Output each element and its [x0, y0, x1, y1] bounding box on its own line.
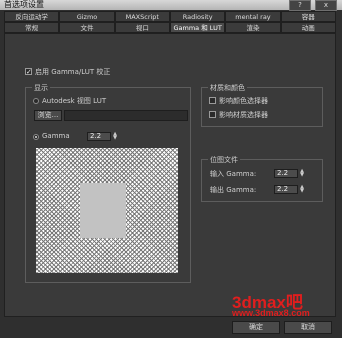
tab-general[interactable]: 常规: [4, 22, 60, 33]
ok-button[interactable]: 确定: [232, 321, 280, 334]
tab-gamma-lut[interactable]: Gamma 和 LUT: [169, 22, 226, 33]
tab-ik[interactable]: 反向运动学: [4, 11, 60, 22]
autodesk-lut-label: Autodesk 视图 LUT: [42, 97, 107, 105]
output-gamma-label: 输出 Gamma:: [210, 186, 257, 194]
close-button[interactable]: x: [315, 0, 337, 11]
tab-files[interactable]: 文件: [59, 22, 115, 33]
output-gamma-spinner[interactable]: 2.2: [274, 185, 298, 194]
tab-gizmo[interactable]: Gizmo: [59, 11, 115, 22]
affect-material-selectors-checkbox[interactable]: [209, 111, 216, 118]
input-gamma-label: 输入 Gamma:: [210, 170, 257, 178]
tab-mental-ray[interactable]: mental ray: [225, 11, 281, 22]
cancel-button[interactable]: 取消: [284, 321, 332, 334]
browse-button[interactable]: 浏览...: [34, 110, 62, 121]
input-gamma-spinner-arrows[interactable]: ▲ ▼: [299, 169, 305, 178]
materials-colors-legend: 材质和颜色: [208, 83, 247, 93]
enable-gamma-checkbox[interactable]: ✓: [25, 68, 32, 76]
tab-viewports[interactable]: 视口: [114, 22, 170, 33]
tab-rendering[interactable]: 渲染: [225, 22, 281, 33]
tab-radiosity[interactable]: Radiosity: [169, 11, 226, 22]
tabs-row-1: 反向运动学 Gizmo MAXScript Radiosity mental r…: [4, 11, 336, 22]
tab-maxscript[interactable]: MAXScript: [114, 11, 170, 22]
tabs-row-2: 常规 文件 视口 Gamma 和 LUT 渲染 动画: [4, 22, 336, 33]
gamma-radio[interactable]: [33, 134, 39, 140]
input-gamma-spinner[interactable]: 2.2: [274, 169, 298, 178]
autodesk-lut-radio[interactable]: [33, 98, 39, 104]
display-group: 显示 Autodesk 视图 LUT 浏览... Gamma 2.2 ▲ ▼: [25, 83, 191, 283]
gamma-test-pattern: [36, 148, 178, 273]
affect-color-selectors-checkbox[interactable]: [209, 97, 216, 104]
window-title: 首选项设置: [4, 0, 44, 9]
affect-color-selectors-label: 影响颜色选择器: [219, 97, 268, 105]
enable-gamma-label: 启用 Gamma/LUT 校正: [35, 68, 111, 76]
gamma-spinner[interactable]: 2.2: [87, 132, 111, 141]
display-legend: 显示: [32, 83, 50, 93]
materials-colors-group: 材质和颜色 影响颜色选择器 影响材质选择器: [201, 83, 323, 127]
bitmap-files-group: 位图文件 输入 Gamma: 2.2 ▲ ▼ 输出 Gamma: 2.2 ▲ ▼: [201, 155, 323, 202]
tab-containers[interactable]: 容器: [280, 11, 336, 22]
gamma-test-grey-square: [80, 183, 126, 238]
bitmap-files-legend: 位图文件: [208, 155, 240, 165]
gamma-lut-panel: ✓ 启用 Gamma/LUT 校正 显示 Autodesk 视图 LUT 浏览.…: [4, 33, 336, 317]
gamma-label: Gamma: [42, 132, 70, 140]
affect-material-selectors-label: 影响材质选择器: [219, 111, 268, 119]
help-button[interactable]: ?: [289, 0, 311, 11]
gamma-spinner-arrows[interactable]: ▲ ▼: [112, 132, 118, 141]
title-bar: 首选项设置 ? x: [0, 0, 342, 11]
lut-path-field[interactable]: [64, 110, 188, 121]
watermark-url: www.3dmax8.com: [232, 308, 310, 318]
output-gamma-spinner-arrows[interactable]: ▲ ▼: [299, 185, 305, 194]
tab-animation[interactable]: 动画: [280, 22, 336, 33]
